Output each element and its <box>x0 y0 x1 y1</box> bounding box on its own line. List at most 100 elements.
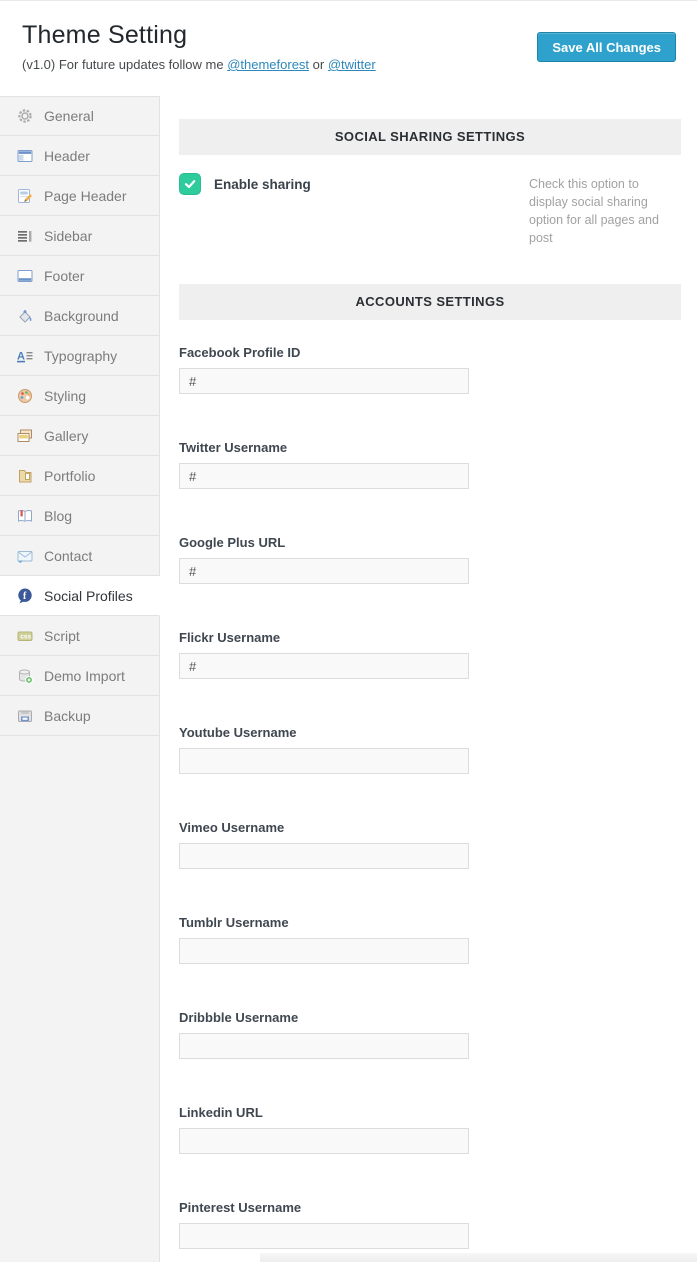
dribbble-username-input[interactable] <box>179 1033 469 1059</box>
section-header-social-sharing: SOCIAL SHARING SETTINGS <box>179 119 681 155</box>
field-vimeo-username: Vimeo Username <box>179 820 681 869</box>
sidebar-item-demo-import[interactable]: Demo Import <box>0 656 160 696</box>
field-label: Flickr Username <box>179 630 681 646</box>
sidebar-item-footer[interactable]: Footer <box>0 256 160 296</box>
youtube-username-input[interactable] <box>179 748 469 774</box>
backup-drive-icon <box>16 707 34 725</box>
main-layout: General Header Page Header Sidebar Foote… <box>0 96 697 1262</box>
sidebar-item-label: Sidebar <box>44 228 92 244</box>
field-label: Youtube Username <box>179 725 681 741</box>
sidebar-item-gallery[interactable]: Gallery <box>0 416 160 456</box>
google-plus-url-input[interactable] <box>179 558 469 584</box>
field-youtube-username: Youtube Username <box>179 725 681 774</box>
field-dribbble-username: Dribbble Username <box>179 1010 681 1059</box>
sidebar-item-label: Styling <box>44 388 86 404</box>
field-label: Dribbble Username <box>179 1010 681 1026</box>
book-icon <box>16 507 34 525</box>
field-tumblr-username: Tumblr Username <box>179 915 681 964</box>
vimeo-username-input[interactable] <box>179 843 469 869</box>
envelope-icon <box>16 547 34 565</box>
sidebar-item-blog[interactable]: Blog <box>0 496 160 536</box>
typography-icon: A <box>16 347 34 365</box>
sidebar-item-label: Footer <box>44 268 84 284</box>
sidebar-item-label: Gallery <box>44 428 88 444</box>
sidebar-item-label: Demo Import <box>44 668 125 684</box>
field-label: Pinterest Username <box>179 1200 681 1216</box>
field-label: Google Plus URL <box>179 535 681 551</box>
settings-content: SOCIAL SHARING SETTINGS Enable sharing C… <box>160 96 697 1262</box>
enable-sharing-help-text: Check this option to display social shar… <box>529 175 681 247</box>
sidebar-item-label: Page Header <box>44 188 127 204</box>
sidebar-item-general[interactable]: General <box>0 96 160 136</box>
photos-icon <box>16 427 34 445</box>
field-label: Facebook Profile ID <box>179 345 681 361</box>
sidebar-item-label: General <box>44 108 94 124</box>
save-all-changes-button[interactable]: Save All Changes <box>537 32 676 62</box>
pinterest-username-input[interactable] <box>179 1223 469 1249</box>
sidebar-item-contact[interactable]: Contact <box>0 536 160 576</box>
sidebar-item-label: Contact <box>44 548 92 564</box>
field-label: Twitter Username <box>179 440 681 456</box>
enable-sharing-checkbox[interactable] <box>179 173 201 195</box>
facebook-bubble-icon: f <box>16 587 34 605</box>
page-bottom-shadow <box>260 1253 697 1262</box>
page-header: Theme Setting (v1.0) For future updates … <box>0 1 697 96</box>
field-google-plus-url: Google Plus URL <box>179 535 681 584</box>
linkedin-url-input[interactable] <box>179 1128 469 1154</box>
field-flickr-username: Flickr Username <box>179 630 681 679</box>
sidebar-item-label: Background <box>44 308 119 324</box>
accounts-fields: Facebook Profile ID Twitter Username Goo… <box>179 345 681 1249</box>
field-label: Tumblr Username <box>179 915 681 931</box>
svg-text:css: css <box>20 633 31 640</box>
subtitle-text: (v1.0) For future updates follow me <box>22 57 227 72</box>
field-linkedin-url: Linkedin URL <box>179 1105 681 1154</box>
gear-icon <box>16 107 34 125</box>
field-label: Vimeo Username <box>179 820 681 836</box>
sidebar-item-label: Backup <box>44 708 91 724</box>
sidebar-item-typography[interactable]: A Typography <box>0 336 160 376</box>
sidebar-item-header[interactable]: Header <box>0 136 160 176</box>
sidebar-item-page-header[interactable]: Page Header <box>0 176 160 216</box>
enable-sharing-row: Enable sharing Check this option to disp… <box>179 173 681 284</box>
svg-text:A: A <box>17 350 25 362</box>
sidebar-item-sidebar[interactable]: Sidebar <box>0 216 160 256</box>
folder-icon <box>16 467 34 485</box>
sidebar-item-styling[interactable]: Styling <box>0 376 160 416</box>
paint-icon <box>16 307 34 325</box>
themeforest-link[interactable]: @themeforest <box>227 57 309 72</box>
theme-settings-page: Theme Setting (v1.0) For future updates … <box>0 0 697 1262</box>
twitter-username-input[interactable] <box>179 463 469 489</box>
sidebar-item-social-profiles[interactable]: f Social Profiles <box>0 576 160 616</box>
facebook-profile-id-input[interactable] <box>179 368 469 394</box>
sidebar-item-label: Header <box>44 148 90 164</box>
sidebar-item-label: Blog <box>44 508 72 524</box>
sidebar-item-backup[interactable]: Backup <box>0 696 160 736</box>
database-import-icon <box>16 667 34 685</box>
sidebar-item-label: Social Profiles <box>44 588 133 604</box>
section-header-accounts: ACCOUNTS SETTINGS <box>179 284 681 320</box>
field-label: Linkedin URL <box>179 1105 681 1121</box>
css-badge-icon: css <box>16 627 34 645</box>
sidebar-lines-icon <box>16 227 34 245</box>
enable-sharing-label: Enable sharing <box>214 177 311 192</box>
field-facebook-profile-id: Facebook Profile ID <box>179 345 681 394</box>
settings-sidebar: General Header Page Header Sidebar Foote… <box>0 96 160 1262</box>
tumblr-username-input[interactable] <box>179 938 469 964</box>
footer-layout-icon <box>16 267 34 285</box>
subtitle-or: or <box>309 57 328 72</box>
palette-icon <box>16 387 34 405</box>
twitter-link[interactable]: @twitter <box>328 57 376 72</box>
sidebar-item-script[interactable]: css Script <box>0 616 160 656</box>
flickr-username-input[interactable] <box>179 653 469 679</box>
sidebar-item-background[interactable]: Background <box>0 296 160 336</box>
sidebar-filler <box>0 736 160 1262</box>
sidebar-item-label: Typography <box>44 348 117 364</box>
page-edit-icon <box>16 187 34 205</box>
enable-sharing-control: Enable sharing <box>179 173 311 195</box>
field-pinterest-username: Pinterest Username <box>179 1200 681 1249</box>
header-layout-icon <box>16 147 34 165</box>
sidebar-item-label: Portfolio <box>44 468 95 484</box>
sidebar-item-label: Script <box>44 628 80 644</box>
field-twitter-username: Twitter Username <box>179 440 681 489</box>
sidebar-item-portfolio[interactable]: Portfolio <box>0 456 160 496</box>
